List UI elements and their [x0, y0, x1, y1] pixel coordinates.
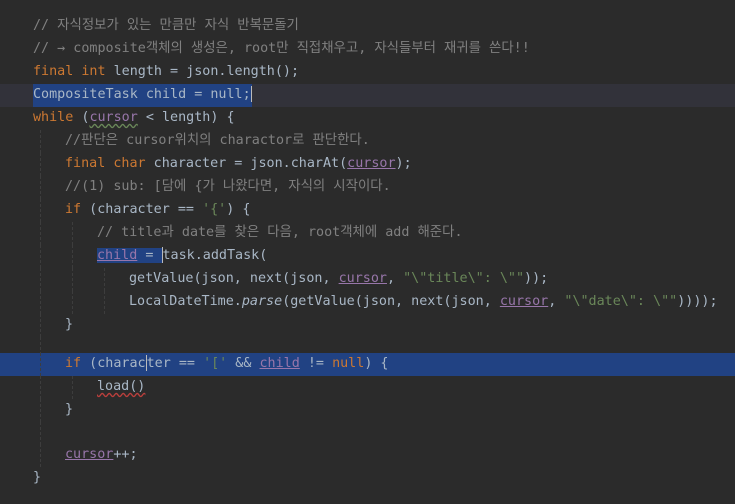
selected-text[interactable]: CompositeTask child = null; — [33, 84, 252, 107]
indent-guide — [40, 376, 41, 399]
indent-guide — [72, 268, 73, 291]
string-literal: '{' — [202, 202, 227, 217]
code-line[interactable]: child = task.addTask( — [0, 245, 735, 268]
code-line-current[interactable]: CompositeTask child = null; — [0, 84, 735, 107]
indent-guide — [40, 399, 41, 422]
indent-guide — [72, 291, 73, 314]
indent-guide — [40, 199, 41, 222]
string-literal: "\"date\": \"" — [564, 294, 678, 309]
code-text: , — [386, 271, 404, 286]
code-line[interactable]: } — [0, 467, 735, 490]
code-editor[interactable]: // 자식정보가 있는 만큼만 자식 반복문돌기 // → composite객… — [0, 0, 735, 504]
code-text: ++; — [113, 447, 138, 462]
code-text: } — [65, 317, 74, 332]
indent-guide — [40, 176, 41, 199]
string-literal: '[' — [203, 356, 228, 371]
indent-guide — [40, 222, 41, 245]
selected-text[interactable]: child = — [97, 248, 162, 263]
comment: // → composite객체의 생성은, root만 직접채우고, 자식들부… — [33, 41, 530, 56]
variable: child — [97, 248, 138, 263]
keyword: null — [332, 356, 365, 371]
indent-guide — [40, 444, 41, 467]
code-text: (character == — [81, 202, 203, 217]
code-text: ) { — [226, 202, 251, 217]
code-text: } — [33, 470, 42, 485]
code-text: ) { — [364, 356, 389, 371]
method-call: parse — [241, 294, 283, 309]
keyword: char — [113, 156, 146, 171]
variable: cursor — [65, 447, 114, 462]
keyword: final — [33, 64, 74, 79]
code-line[interactable]: // → composite객체의 생성은, root만 직접채우고, 자식들부… — [0, 38, 735, 61]
code-line[interactable]: LocalDateTime.parse(getValue(json, next(… — [0, 291, 735, 314]
code-line[interactable]: // 자식정보가 있는 만큼만 자식 반복문돌기 — [0, 15, 735, 38]
code-text: < length) { — [137, 110, 235, 125]
variable: cursor — [499, 294, 549, 309]
indent-guide — [72, 222, 73, 245]
indent-guide — [40, 291, 41, 314]
code-line[interactable]: while (cursor < length) { — [0, 107, 735, 130]
code-line[interactable]: if (character == '{') { — [0, 199, 735, 222]
indent-guide — [104, 268, 105, 291]
indent-guide — [72, 376, 73, 399]
indent-guide — [40, 353, 41, 376]
indent-guide — [104, 291, 105, 314]
keyword: if — [65, 356, 82, 371]
code-text: = — [137, 248, 162, 263]
code-text: task.addTask( — [162, 248, 268, 263]
variable: child — [259, 356, 300, 371]
text-caret — [250, 86, 252, 102]
code-line[interactable]: cursor++; — [0, 444, 735, 467]
code-text: ( — [73, 110, 90, 125]
code-text: LocalDateTime. — [129, 294, 242, 309]
keyword: while — [33, 110, 74, 125]
indent-guide — [40, 245, 41, 268]
string-literal: "\"title\": \"" — [403, 271, 525, 286]
code-line[interactable]: getValue(json, next(json, cursor, "\"tit… — [0, 268, 735, 291]
code-text: , — [548, 294, 565, 309]
code-line[interactable]: } — [0, 314, 735, 337]
indent-guide — [72, 245, 73, 268]
variable: cursor — [89, 110, 138, 125]
code-text: != — [299, 356, 333, 371]
code-text: ter == — [146, 356, 204, 371]
code-text: character = json.charAt( — [145, 156, 348, 171]
code-text: length = json.length(); — [105, 64, 300, 79]
code-text: getValue(json, next(json, — [129, 271, 339, 286]
code-text: )))); — [677, 294, 718, 309]
indent-guide — [40, 153, 41, 176]
keyword: int — [81, 64, 106, 79]
code-line[interactable] — [0, 422, 735, 445]
code-line-highlighted[interactable]: if (character == '[' && child != null) { — [0, 353, 735, 376]
keyword: if — [65, 202, 82, 217]
code-line[interactable]: // title과 date를 찾은 다음, root객체에 add 해준다. — [0, 222, 735, 245]
comment: // title과 date를 찾은 다음, root객체에 add 해준다. — [97, 225, 463, 240]
code-line[interactable]: } — [0, 399, 735, 422]
keyword: final — [65, 156, 106, 171]
indent-guide — [40, 422, 41, 445]
code-line[interactable]: //(1) sub: [담에 {가 나왔다면, 자식의 시작이다. — [0, 176, 735, 199]
variable: cursor — [347, 156, 396, 171]
comment: //판단은 cursor위치의 charactor로 판단한다. — [65, 133, 370, 148]
indent-guide — [40, 268, 41, 291]
code-text: CompositeTask child = null; — [33, 87, 251, 102]
code-text: )); — [524, 271, 549, 286]
code-line[interactable]: //판단은 cursor위치의 charactor로 판단한다. — [0, 130, 735, 153]
code-text: (getValue(json, next(json, — [282, 294, 500, 309]
indent-guide — [40, 314, 41, 337]
variable: cursor — [338, 271, 387, 286]
code-text: } — [65, 402, 74, 417]
code-line[interactable]: final int length = json.length(); — [0, 61, 735, 84]
comment: //(1) sub: [담에 {가 나왔다면, 자식의 시작이다. — [65, 179, 391, 194]
code-line[interactable]: final char character = json.charAt(curso… — [0, 153, 735, 176]
code-text: && — [227, 356, 260, 371]
code-line[interactable]: load() — [0, 376, 735, 399]
comment: // 자식정보가 있는 만큼만 자식 반복문돌기 — [33, 18, 299, 33]
code-text: ); — [395, 156, 412, 171]
indent-guide — [40, 130, 41, 153]
code-text: load() — [97, 379, 146, 394]
code-text: (charac — [81, 356, 146, 371]
